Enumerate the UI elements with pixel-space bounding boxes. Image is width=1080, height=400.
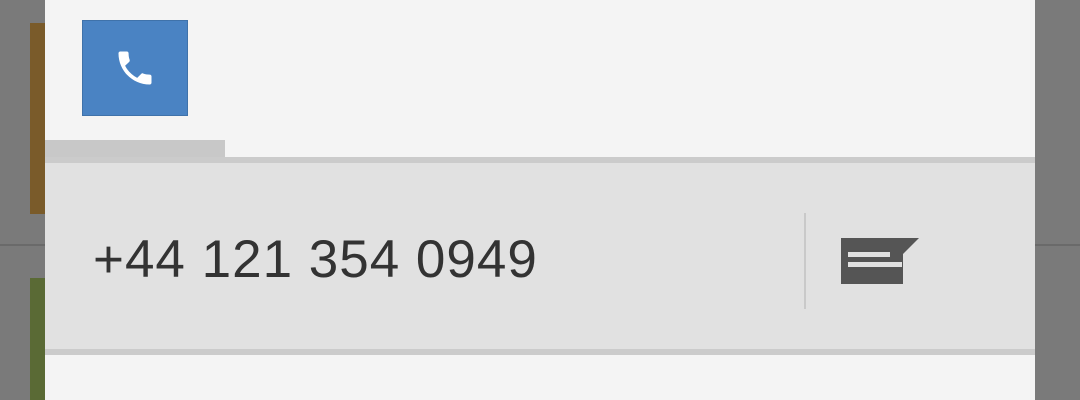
tab-indicator: [45, 140, 225, 158]
message-icon: [841, 238, 919, 284]
row-divider: [804, 213, 806, 309]
background-card-edge: [30, 278, 46, 400]
phone-number-row[interactable]: +44 121 354 0949: [45, 157, 1035, 355]
call-button[interactable]: [82, 20, 188, 116]
contact-detail-panel: +44 121 354 0949: [45, 0, 1035, 400]
phone-icon: [118, 51, 152, 85]
send-message-button[interactable]: [835, 233, 925, 289]
phone-number-text[interactable]: +44 121 354 0949: [93, 233, 538, 286]
background-card-edge: [30, 23, 46, 214]
